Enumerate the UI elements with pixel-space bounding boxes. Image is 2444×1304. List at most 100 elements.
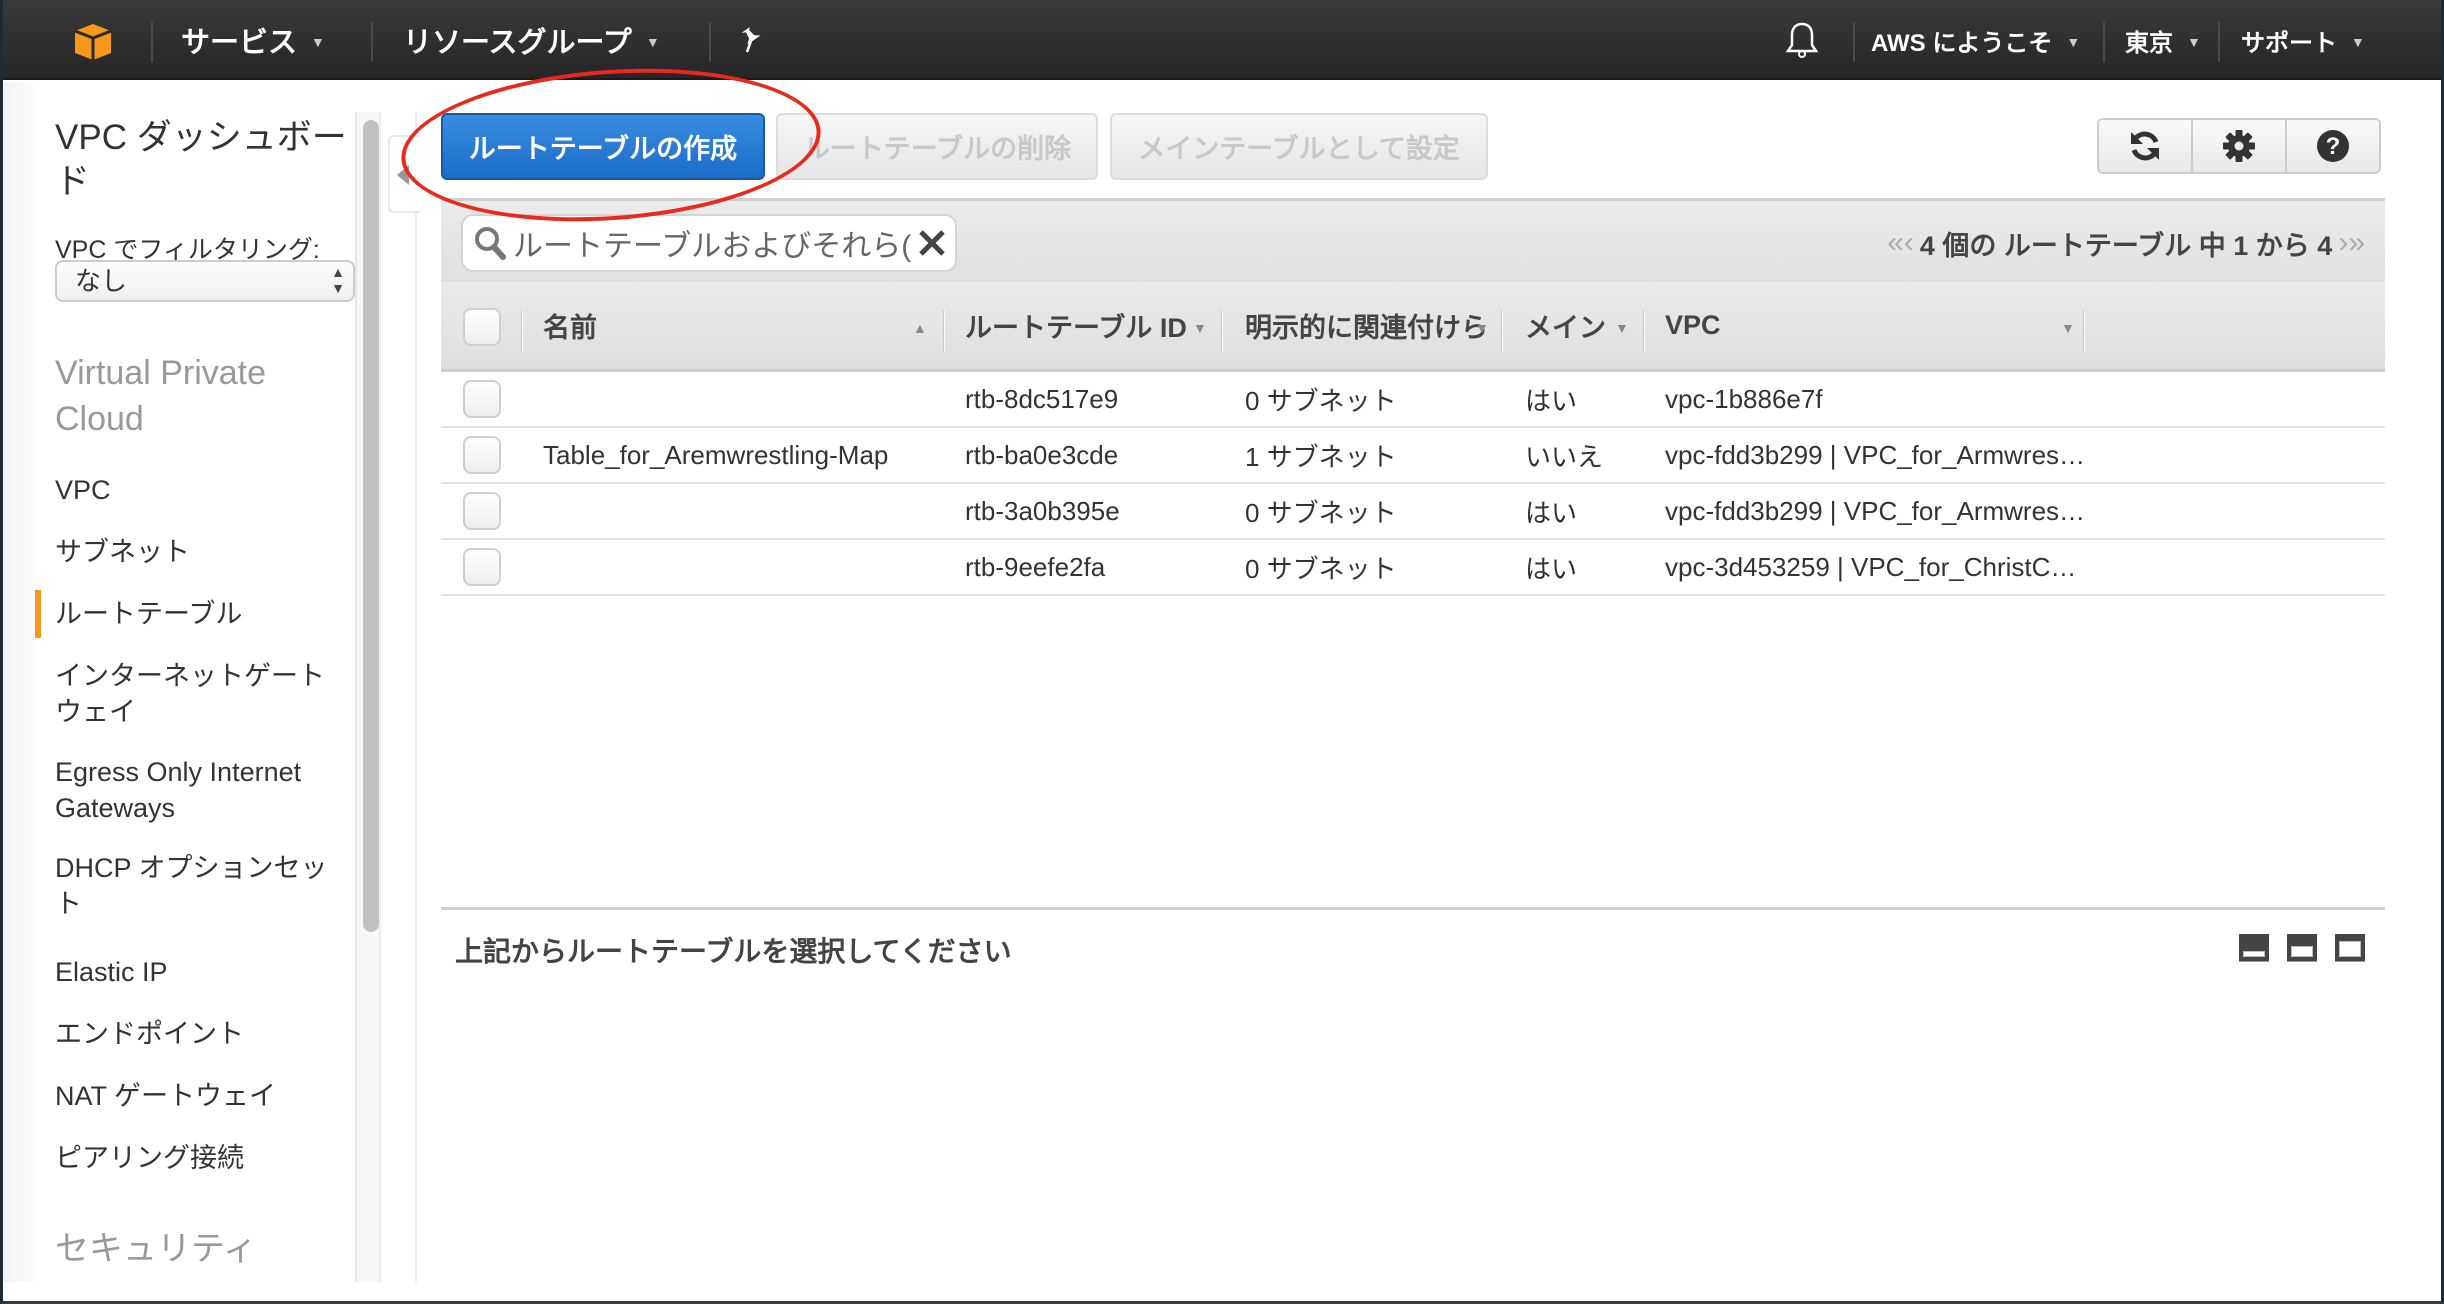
- cell-vpc: vpc-fdd3b299 | VPC_for_Armwres…: [1665, 439, 2085, 470]
- table-row[interactable]: Table_for_Aremwrestling-Map rtb-ba0e3cde…: [441, 428, 2385, 484]
- column-menu-icon[interactable]: ▼: [1615, 320, 1629, 336]
- cell-main: はい: [1525, 553, 1578, 584]
- dashboard-link[interactable]: VPC ダッシュボード: [55, 116, 355, 204]
- prev-page-button[interactable]: ‹: [1904, 226, 1914, 260]
- sidebar-item-endpoints[interactable]: エンドポイント: [55, 1016, 345, 1052]
- cell-route-table-id: rtb-9eefe2fa: [965, 551, 1106, 582]
- panel-large-icon[interactable]: [2335, 934, 2365, 962]
- column-menu-icon[interactable]: ▼: [2061, 320, 2075, 336]
- select-all-checkbox[interactable]: [463, 308, 501, 346]
- pagination: « ‹ 4 個の ルートテーブル 中 1 から 4 › »: [1887, 201, 2365, 285]
- sort-ascending-icon[interactable]: ▲: [913, 320, 927, 336]
- sidebar-item-internet-gateways[interactable]: インターネットゲートウェイ: [55, 658, 345, 730]
- table-row[interactable]: rtb-8dc517e9 0 サブネット はい vpc-1b886e7f: [441, 372, 2385, 428]
- chevron-left-icon: [397, 165, 409, 185]
- search-input[interactable]: ルートテーブルおよびそれら(: [461, 214, 957, 272]
- nav-separator: [709, 22, 711, 62]
- detail-pane-splitter[interactable]: [441, 907, 2385, 910]
- column-divider[interactable]: [1501, 310, 1503, 352]
- sidebar: VPC ダッシュボード VPC でフィルタリング: なし ▲ ▼ Virtual …: [3, 82, 355, 1282]
- resource-groups-menu[interactable]: リソースグループ ▼: [403, 0, 660, 80]
- support-label: サポート: [2241, 29, 2337, 57]
- notifications-button[interactable]: [1785, 0, 1819, 80]
- content-divider: [415, 112, 417, 1282]
- column-label: メイン: [1525, 313, 1606, 343]
- column-divider[interactable]: [1643, 310, 1645, 352]
- vpc-filter-select[interactable]: なし ▲ ▼: [55, 260, 355, 302]
- services-label: サービス: [181, 27, 298, 59]
- sidebar-item-subnets[interactable]: サブネット: [55, 534, 345, 570]
- sidebar-scrollbar-thumb[interactable]: [363, 120, 379, 932]
- column-menu-icon[interactable]: ▼: [1475, 320, 1489, 336]
- first-page-button[interactable]: «: [1887, 226, 1904, 260]
- column-header-main[interactable]: メイン: [1525, 282, 1606, 369]
- table-row[interactable]: rtb-9eefe2fa 0 サブネット はい vpc-3d453259 | V…: [441, 540, 2385, 596]
- resource-groups-label: リソースグループ: [403, 27, 632, 59]
- cell-vpc: vpc-1b886e7f: [1665, 383, 1823, 414]
- cell-name: [543, 484, 933, 538]
- close-icon[interactable]: [917, 228, 947, 258]
- top-navigation-bar: サービス ▼ リソースグループ ▼ AWS にようこそ ▼ 東京 ▼ サポート …: [3, 0, 2441, 80]
- cell-vpc: vpc-fdd3b299 | VPC_for_Armwres…: [1665, 495, 2085, 526]
- help-button[interactable]: ?: [2287, 120, 2379, 172]
- column-divider[interactable]: [943, 310, 945, 352]
- region-label: 東京: [2125, 29, 2173, 57]
- row-checkbox[interactable]: [463, 492, 501, 530]
- cell-explicit-association: 1 サブネット: [1245, 441, 1397, 472]
- aws-cube-icon[interactable]: [71, 20, 115, 64]
- pane-layout-controls: [2239, 934, 2365, 962]
- sidebar-item-vpc[interactable]: VPC: [55, 472, 345, 508]
- column-header-name[interactable]: 名前: [543, 282, 597, 369]
- region-menu[interactable]: 東京 ▼: [2125, 0, 2201, 80]
- column-label: VPC: [1665, 310, 1721, 340]
- column-header-route-table-id[interactable]: ルートテーブル ID: [965, 282, 1187, 369]
- row-checkbox[interactable]: [463, 436, 501, 474]
- chevron-down-icon: ▼: [2066, 34, 2081, 50]
- sidebar-item-elastic-ip[interactable]: Elastic IP: [55, 954, 345, 990]
- sidebar-item-route-tables[interactable]: ルートテーブル: [55, 596, 345, 632]
- row-checkbox[interactable]: [463, 548, 501, 586]
- next-page-button[interactable]: ›: [2338, 226, 2348, 260]
- services-menu[interactable]: サービス ▼: [181, 0, 325, 80]
- column-header-vpc[interactable]: VPC: [1665, 282, 1721, 369]
- last-page-button[interactable]: »: [2348, 226, 2365, 260]
- panel-medium-icon[interactable]: [2287, 934, 2317, 962]
- collapse-sidebar-button[interactable]: [388, 135, 420, 213]
- support-menu[interactable]: サポート ▼: [2241, 0, 2365, 80]
- toolbar-icon-group: ?: [2097, 118, 2381, 174]
- column-label: 名前: [543, 313, 597, 343]
- sidebar-item-peering[interactable]: ピアリング接続: [55, 1140, 345, 1176]
- nav-separator: [151, 22, 153, 62]
- search-icon: [475, 227, 506, 260]
- sidebar-item-egress-only-gateways[interactable]: Egress Only Internet Gateways: [55, 754, 345, 826]
- nav-separator: [371, 22, 373, 62]
- cell-route-table-id: rtb-ba0e3cde: [965, 439, 1119, 470]
- column-divider[interactable]: [1221, 310, 1223, 352]
- column-label: ルートテーブル ID: [965, 313, 1187, 343]
- section-heading-security: セキュリティ: [55, 1230, 257, 1268]
- cell-explicit-association: 0 サブネット: [1245, 553, 1397, 584]
- vpc-filter-value: なし: [75, 266, 128, 296]
- sidebar-item-dhcp-options[interactable]: DHCP オプションセット: [55, 850, 345, 922]
- active-indicator: [35, 590, 41, 638]
- cell-main: はい: [1525, 385, 1578, 416]
- row-checkbox[interactable]: [463, 380, 501, 418]
- chevron-down-icon: ▼: [2187, 34, 2201, 50]
- delete-route-table-button[interactable]: ルートテーブルの削除: [776, 113, 1098, 180]
- pushpin-button[interactable]: [739, 0, 763, 80]
- column-menu-icon[interactable]: ▼: [1193, 320, 1207, 336]
- create-route-table-button[interactable]: ルートテーブルの作成: [441, 113, 765, 180]
- panel-small-icon[interactable]: [2239, 934, 2269, 962]
- sidebar-item-nat-gateways[interactable]: NAT ゲートウェイ: [55, 1078, 345, 1114]
- refresh-icon: [2131, 131, 2159, 161]
- set-main-table-button[interactable]: メインテーブルとして設定: [1110, 113, 1488, 180]
- column-divider[interactable]: [2083, 310, 2085, 352]
- column-header-explicit-association[interactable]: 明示的に関連付けら: [1245, 282, 1493, 369]
- svg-text:?: ?: [2326, 133, 2341, 160]
- settings-button[interactable]: [2193, 120, 2287, 172]
- account-menu[interactable]: AWS にようこそ ▼: [1871, 0, 2080, 80]
- table-header: 名前 ▲ ルートテーブル ID ▼ 明示的に関連付けら ▼ メイン ▼ VPC …: [441, 282, 2385, 372]
- table-row[interactable]: rtb-3a0b395e 0 サブネット はい vpc-fdd3b299 | V…: [441, 484, 2385, 540]
- nav-separator: [2218, 22, 2220, 62]
- refresh-button[interactable]: [2099, 120, 2193, 172]
